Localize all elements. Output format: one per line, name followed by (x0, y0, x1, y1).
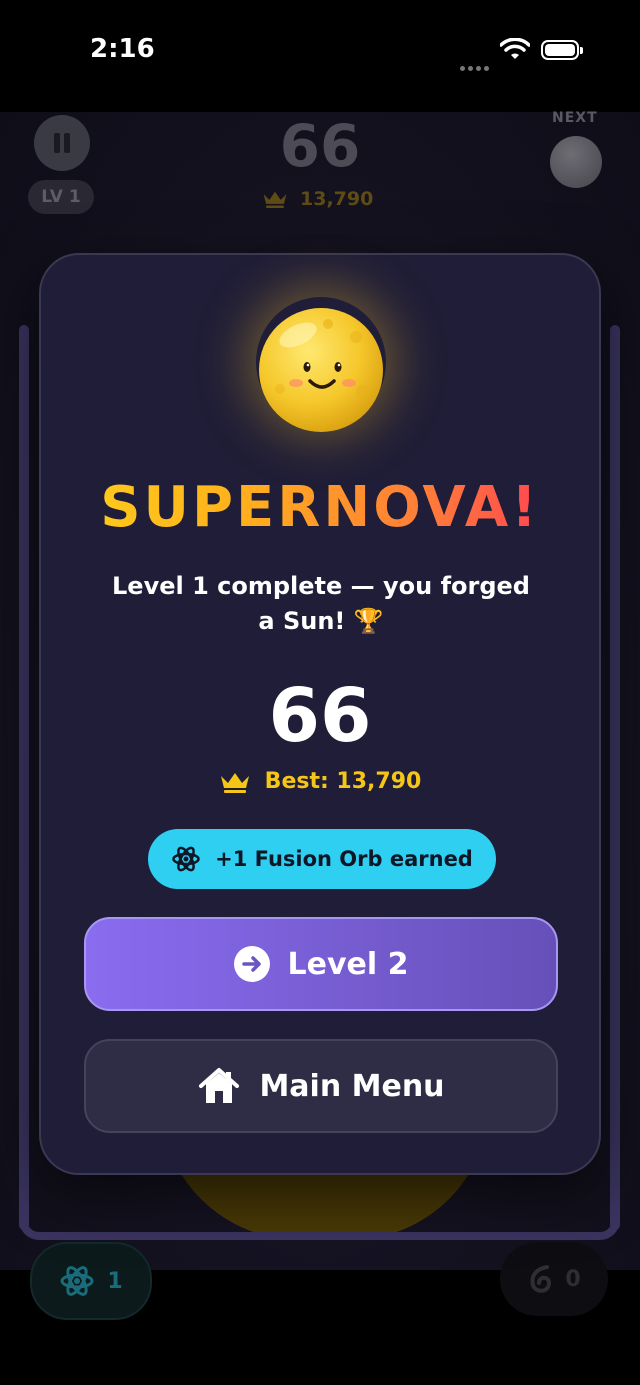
pause-button[interactable] (34, 115, 90, 171)
wifi-icon (500, 38, 530, 59)
next-level-label: Level 2 (287, 946, 409, 982)
cellular-icon (460, 56, 492, 71)
swirl-count: 0 (565, 1266, 581, 1292)
level-complete-dialog: SUPERNOVA! Level 1 complete — you forged… (39, 253, 601, 1175)
main-menu-button[interactable]: Main Menu (84, 1039, 558, 1133)
modal-subtitle: Level 1 complete — you forged a Sun! 🏆 (112, 572, 530, 635)
fusion-orb-powerup[interactable]: 1 (30, 1242, 152, 1320)
swirl-powerup[interactable]: 0 (500, 1242, 608, 1316)
fusion-orb-earned-badge: +1 Fusion Orb earned (148, 829, 496, 889)
final-score: 66 (268, 673, 372, 759)
fusion-orb-earned-text: +1 Fusion Orb earned (215, 847, 473, 871)
main-menu-label: Main Menu (259, 1068, 445, 1104)
container-wall-left (19, 325, 29, 1230)
battery-icon (541, 40, 583, 60)
crown-icon (263, 191, 287, 208)
best-score: Best: 13,790 (41, 769, 599, 794)
home-icon (199, 1068, 240, 1103)
hud-best-value: 13,790 (300, 188, 374, 210)
container-floor (19, 1220, 620, 1240)
status-time: 2:16 (90, 34, 155, 64)
next-level-button[interactable]: Level 2 (84, 917, 558, 1011)
atom-icon (172, 846, 200, 872)
best-score-text: Best: 13,790 (264, 769, 422, 794)
hud-score: 66 (279, 112, 361, 180)
crown-icon (220, 772, 249, 793)
fusion-orb-count: 1 (107, 1268, 123, 1294)
modal-title: SUPERNOVA! (41, 475, 599, 540)
atom-icon (60, 1266, 94, 1296)
status-bar: 2:16 (0, 0, 640, 112)
smiling-sun-icon (259, 308, 383, 432)
swirl-icon (530, 1265, 552, 1293)
level-badge: LV 1 (28, 180, 94, 214)
next-orb-preview (550, 136, 602, 188)
hud-best: 13,790 (262, 188, 373, 210)
container-wall-right (610, 325, 620, 1230)
next-label: NEXT (552, 110, 598, 126)
arrow-right-icon (233, 946, 270, 982)
